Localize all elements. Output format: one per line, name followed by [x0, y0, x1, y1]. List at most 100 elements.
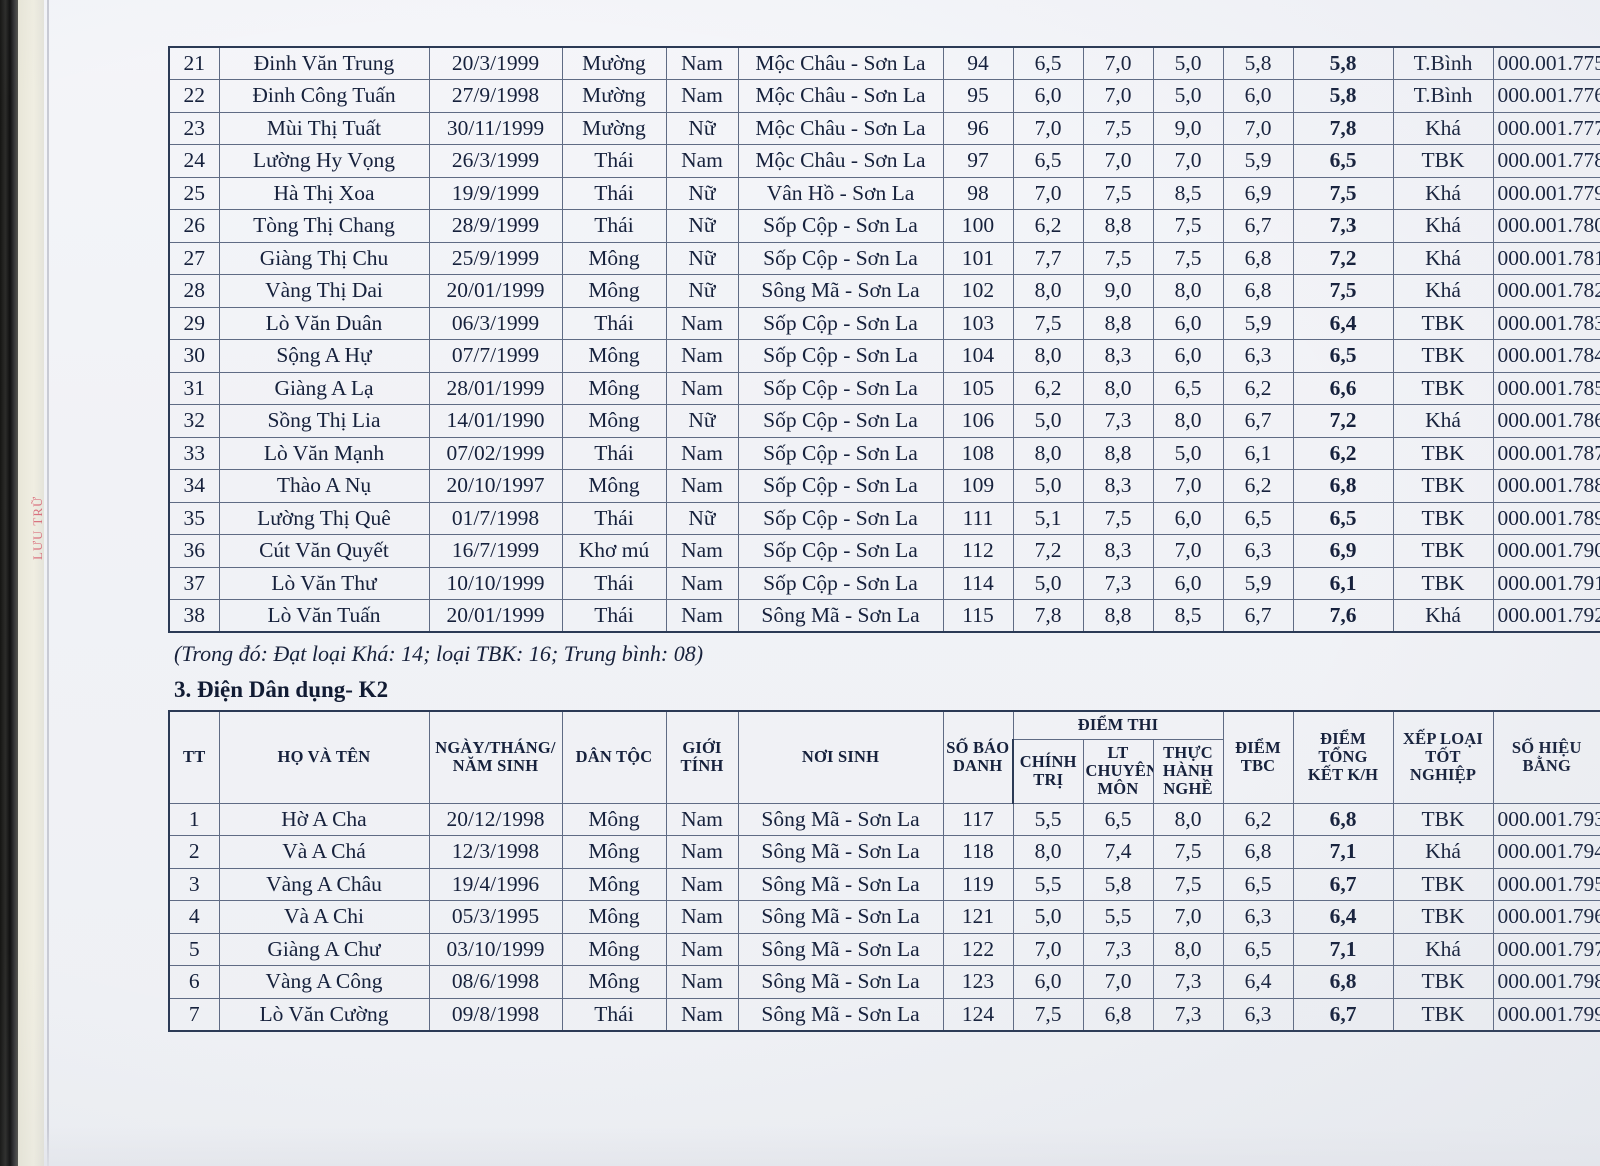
cell-gpa: 6,8 — [1222, 274, 1294, 308]
cell-dob: 03/10/1999 — [428, 932, 563, 966]
cell-tt: 6 — [168, 965, 220, 999]
cell-classification: TBK — [1392, 534, 1494, 568]
cell-classification: TBK — [1392, 566, 1494, 600]
cell-name: Lò Văn Thư — [218, 566, 430, 600]
cell-birthplace: Sốp Cộp - Sơn La — [737, 209, 944, 243]
cell-practice: 7,5 — [1152, 209, 1224, 243]
cell-name: Vàng A Châu — [218, 867, 430, 901]
cell-birthplace: Mộc Châu - Sơn La — [737, 111, 944, 145]
cell-ethnicity: Mông — [561, 339, 667, 373]
cell-dob: 10/10/1999 — [428, 566, 563, 600]
cell-exam-number: 98 — [942, 176, 1014, 210]
cell-gender: Nữ — [665, 241, 739, 275]
cell-practice: 7,5 — [1152, 867, 1224, 901]
cell-tt: 28 — [168, 274, 220, 308]
cell-gpa: 6,7 — [1222, 599, 1294, 633]
th-exam-scores-group: ĐIỂM THI — [1012, 710, 1224, 740]
cell-ethnicity: Thái — [561, 144, 667, 178]
cell-classification: TBK — [1392, 965, 1494, 999]
cell-diploma-number: 000.001.783 — [1492, 306, 1600, 340]
cell-exam-number: 101 — [942, 241, 1014, 275]
cell-theory: 7,3 — [1082, 404, 1154, 438]
th-sbd-line2: DANH — [953, 756, 1003, 776]
table-row: 7 Lò Văn Cường 09/8/1998 Thái Nam Sông Mã - S… — [168, 997, 1600, 1031]
cell-politics: 6,2 — [1012, 371, 1084, 405]
cell-theory: 7,5 — [1082, 176, 1154, 210]
cell-name: Thào A Nụ — [218, 469, 430, 503]
table-row: 1 Hờ A Cha 20/12/1998 Mông Nam Sông Mã - Sơn … — [168, 802, 1600, 836]
th-dob: NGÀY/THÁNG/ NĂM SINH — [428, 710, 563, 804]
cell-diploma-number: 000.001.787 — [1492, 436, 1600, 470]
cell-theory: 6,5 — [1082, 802, 1154, 836]
cell-name: Mùi Thị Tuất — [218, 111, 430, 145]
cell-classification: TBK — [1392, 867, 1494, 901]
th-practice: THỰC HÀNH NGHỀ — [1152, 738, 1224, 804]
cell-final-score: 6,8 — [1292, 965, 1394, 999]
cell-name: Tòng Thị Chang — [218, 209, 430, 243]
cell-dob: 26/3/1999 — [428, 144, 563, 178]
cell-ethnicity: Mông — [561, 469, 667, 503]
cell-diploma-number: 000.001.799 — [1492, 997, 1600, 1031]
cell-ethnicity: Thái — [561, 436, 667, 470]
cell-classification: Khá — [1392, 241, 1494, 275]
cell-theory: 8,3 — [1082, 469, 1154, 503]
cell-exam-number: 119 — [942, 867, 1014, 901]
cell-gpa: 6,0 — [1222, 79, 1294, 113]
cell-exam-number: 104 — [942, 339, 1014, 373]
cell-birthplace: Sông Mã - Sơn La — [737, 274, 944, 308]
cell-tt: 30 — [168, 339, 220, 373]
cell-dob: 20/01/1999 — [428, 599, 563, 633]
table1-caption: (Trong đó: Đạt loại Khá: 14; loại TBK: 1… — [174, 641, 704, 666]
cell-ethnicity: Thái — [561, 566, 667, 600]
cell-theory: 5,8 — [1082, 867, 1154, 901]
cell-final-score: 6,5 — [1292, 339, 1394, 373]
cell-final-score: 7,5 — [1292, 176, 1394, 210]
cell-classification: TBK — [1392, 306, 1494, 340]
cell-classification: TBK — [1392, 900, 1494, 934]
cell-gender: Nam — [665, 469, 739, 503]
cell-ethnicity: Khơ mú — [561, 534, 667, 568]
cell-gpa: 6,7 — [1222, 404, 1294, 438]
cell-classification: Khá — [1392, 111, 1494, 145]
cell-ethnicity: Mông — [561, 802, 667, 836]
cell-dob: 07/02/1999 — [428, 436, 563, 470]
cell-gpa: 5,8 — [1222, 46, 1294, 80]
cell-tt: 25 — [168, 176, 220, 210]
cell-gpa: 6,5 — [1222, 501, 1294, 535]
section-heading-3: 3. Điện Dân dụng- K2 — [174, 677, 389, 702]
cell-exam-number: 95 — [942, 79, 1014, 113]
cell-name: Vàng A Công — [218, 965, 430, 999]
cell-gender: Nam — [665, 965, 739, 999]
cell-classification: Khá — [1392, 404, 1494, 438]
table-row: 36 Cút Văn Quyết 16/7/1999 Khơ mú Nam Sốp Cộp… — [168, 534, 1600, 568]
cell-ethnicity: Mông — [561, 404, 667, 438]
cell-ethnicity: Mông — [561, 241, 667, 275]
cell-ethnicity: Thái — [561, 599, 667, 633]
cell-tt: 27 — [168, 241, 220, 275]
cell-dob: 28/01/1999 — [428, 371, 563, 405]
cell-ethnicity: Thái — [561, 501, 667, 535]
cell-ethnicity: Thái — [561, 306, 667, 340]
th-tbc-line1: ĐIỂM — [1235, 738, 1281, 758]
th-xeploai-line2: TỐT — [1425, 747, 1461, 767]
cell-ethnicity: Mông — [561, 900, 667, 934]
cell-politics: 5,1 — [1012, 501, 1084, 535]
cell-classification: Khá — [1392, 274, 1494, 308]
cell-gpa: 5,9 — [1222, 144, 1294, 178]
cell-dob: 07/7/1999 — [428, 339, 563, 373]
cell-final-score: 6,8 — [1292, 469, 1394, 503]
cell-classification: TBK — [1392, 802, 1494, 836]
cell-gender: Nữ — [665, 501, 739, 535]
cell-theory: 7,3 — [1082, 566, 1154, 600]
scan-binding-edge — [0, 0, 18, 1166]
cell-diploma-number: 000.001.798 — [1492, 965, 1600, 999]
cell-gender: Nam — [665, 599, 739, 633]
cell-name: Đinh Công Tuấn — [218, 79, 430, 113]
cell-dob: 06/3/1999 — [428, 306, 563, 340]
th-th-line2: HÀNH — [1162, 760, 1214, 780]
cell-dob: 08/6/1998 — [428, 965, 563, 999]
cell-practice: 6,0 — [1152, 306, 1224, 340]
electrical-k2-results-table: TT HỌ VÀ TÊN NGÀY/THÁNG/ NĂM SINH DÂN TỘ… — [168, 710, 1600, 1032]
cell-diploma-number: 000.001.786 — [1492, 404, 1600, 438]
cell-gender: Nam — [665, 566, 739, 600]
